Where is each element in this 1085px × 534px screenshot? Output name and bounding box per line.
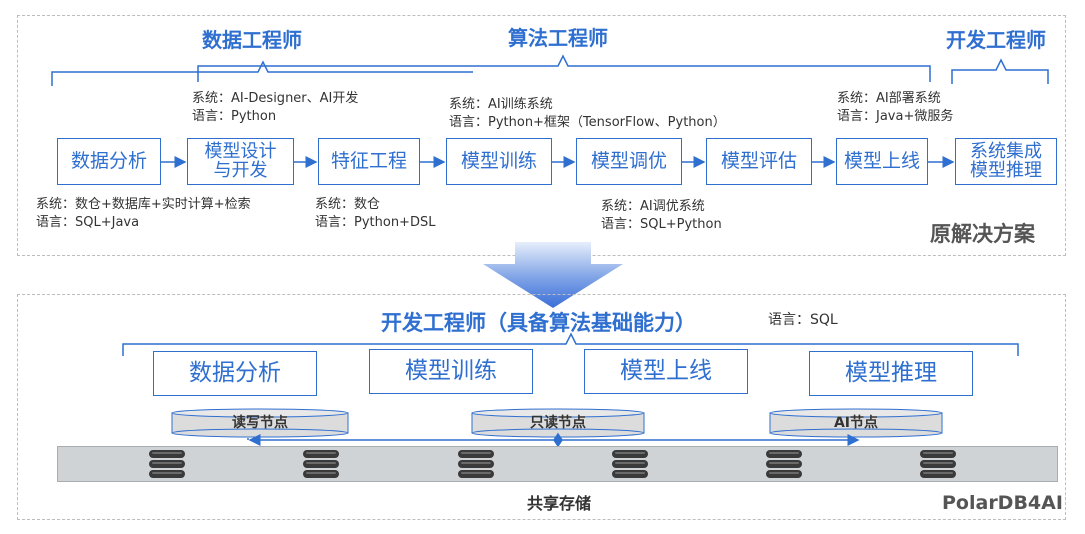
bottom-step-model-deploy: 模型上线 — [584, 349, 748, 394]
role-data-engineer: 数据工程师 — [202, 28, 302, 52]
note-deploy: 系统：AI部署系统 语言：Java+微服务 — [837, 90, 953, 126]
role-algo-engineer: 算法工程师 — [508, 26, 608, 50]
read-only-node-label: 只读节点 — [530, 415, 586, 431]
dev-engineer-brace — [951, 58, 1049, 84]
note-analysis-language: 语言：SQL+Java — [36, 215, 140, 230]
note-feature-system: 系统：数仓 — [315, 197, 381, 212]
note-deploy-system: 系统：AI部署系统 — [837, 91, 941, 106]
note-deploy-language: 语言：Java+微服务 — [837, 109, 954, 124]
disk-icon — [920, 450, 956, 478]
disk-icon — [303, 450, 339, 478]
bottom-language: 语言：SQL — [768, 312, 838, 328]
note-feature-language: 语言：Python+DSL — [315, 215, 436, 230]
shared-storage-label: 共享存储 — [526, 494, 591, 513]
note-training: 系统：AI训练系统 语言：Python+框架（TensorFlow、Python… — [449, 96, 726, 132]
disk-icon — [766, 450, 802, 478]
algo-engineer-brace — [197, 54, 931, 82]
note-training-system: 系统：AI训练系统 — [449, 97, 553, 112]
note-analysis-system: 系统：数仓+数据库+实时计算+检索 — [36, 197, 251, 212]
storage-disks — [149, 450, 956, 478]
note-design-system: 系统：AI-Designer、AI开发 — [192, 91, 359, 106]
note-design-language: 语言：Python — [192, 109, 277, 124]
bottom-step-model-training: 模型训练 — [369, 349, 533, 394]
note-feature: 系统：数仓 语言：Python+DSL — [315, 196, 435, 232]
ai-node-label: AI节点 — [833, 415, 879, 431]
disk-icon — [612, 450, 648, 478]
disk-icon — [458, 450, 494, 478]
note-design: 系统：AI-Designer、AI开发 语言：Python — [192, 90, 358, 126]
read-write-node-label: 读写节点 — [232, 415, 288, 431]
bottom-step-data-analysis: 数据分析 — [153, 351, 317, 396]
role-dev-engineer: 开发工程师 — [946, 28, 1046, 52]
note-tuning-language: 语言：SQL+Python — [601, 217, 722, 232]
note-training-language: 语言：Python+框架（TensorFlow、Python） — [449, 115, 726, 130]
original-solution-label: 原解决方案 — [930, 222, 1035, 246]
bottom-step-model-inference: 模型推理 — [809, 351, 973, 396]
note-tuning-system: 系统：AI调优系统 — [601, 199, 705, 214]
disk-icon — [149, 450, 185, 478]
note-tuning: 系统：AI调优系统 语言：SQL+Python — [601, 198, 722, 234]
step-arrows — [161, 156, 955, 168]
note-analysis: 系统：数仓+数据库+实时计算+检索 语言：SQL+Java — [36, 196, 251, 232]
polardb4ai-label: PolarDB4AI — [942, 492, 1063, 514]
